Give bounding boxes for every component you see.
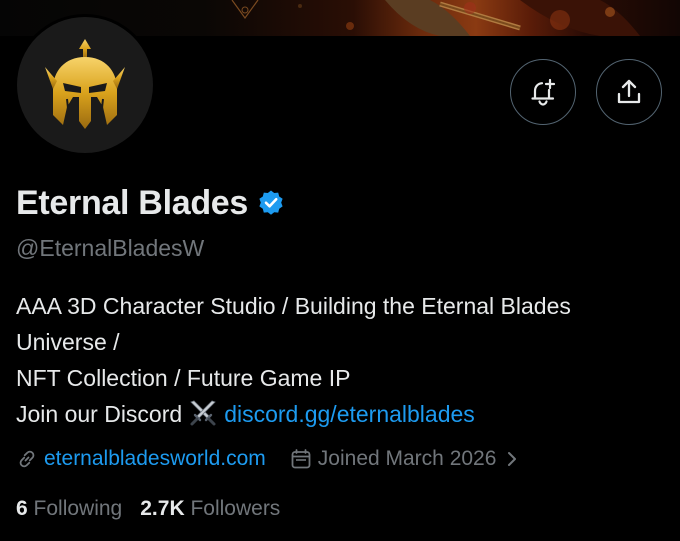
- profile-meta: eternalbladesworld.com Joined March 2026: [16, 444, 524, 474]
- bio-line: AAA 3D Character Studio / Building the E…: [16, 293, 571, 319]
- chevron-right-icon: [508, 452, 517, 466]
- bio-join-text: Join our Discord: [16, 401, 183, 427]
- name-row: Eternal Blades: [16, 180, 285, 226]
- following-count: 6: [16, 497, 28, 520]
- profile-bio: AAA 3D Character Studio / Building the E…: [16, 288, 666, 437]
- bio-line: Universe /: [16, 329, 120, 355]
- spartan-helmet-logo-icon: [45, 39, 125, 129]
- following-label: Following: [33, 497, 123, 520]
- followers-label: Followers: [190, 497, 281, 520]
- joined-item[interactable]: Joined March 2026: [290, 444, 525, 474]
- followers-count: 2.7K: [140, 497, 185, 520]
- display-name: Eternal Blades: [16, 184, 249, 222]
- bio-line: NFT Collection / Future Game IP: [16, 365, 351, 391]
- bell-plus-icon: [531, 78, 556, 106]
- profile-avatar[interactable]: [14, 14, 156, 156]
- share-upload-icon: [617, 79, 641, 104]
- joined-date: Joined March 2026: [317, 447, 497, 470]
- following-stat[interactable]: 6 Following: [16, 497, 122, 520]
- link-icon: [19, 450, 35, 468]
- website-link[interactable]: eternalbladesworld.com: [44, 444, 266, 474]
- profile-page: Eternal Blades @EternalBladesW AAA 3D Ch…: [0, 0, 680, 541]
- notify-button[interactable]: [510, 59, 576, 125]
- calendar-icon: [291, 449, 311, 469]
- share-button[interactable]: [596, 59, 662, 125]
- verified-badge-icon[interactable]: [257, 189, 285, 217]
- website-item[interactable]: eternalbladesworld.com: [16, 444, 266, 474]
- profile-handle: @EternalBladesW: [16, 235, 205, 261]
- followers-stat[interactable]: 2.7K Followers: [140, 497, 280, 520]
- avatar-background: [17, 17, 153, 153]
- follow-stats: 6 Following 2.7K Followers: [16, 494, 280, 524]
- bio-line: Join our Discord discord.gg/eternalblade…: [16, 396, 666, 437]
- crossed-swords-icon: [188, 399, 218, 437]
- discord-link[interactable]: discord.gg/eternalblades: [224, 401, 475, 427]
